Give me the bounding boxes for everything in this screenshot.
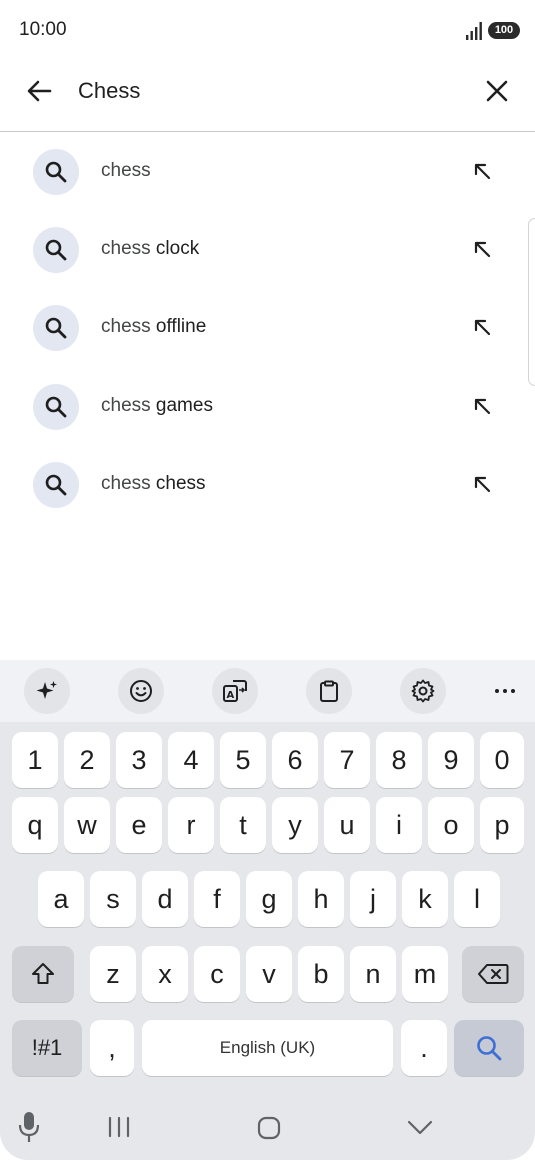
key-c[interactable]: c <box>194 946 240 1002</box>
recents-icon[interactable] <box>106 1116 132 1138</box>
search-icon <box>33 461 79 508</box>
backspace-key[interactable] <box>462 946 524 1002</box>
key-0[interactable]: 0 <box>480 732 524 788</box>
backspace-icon <box>478 964 509 984</box>
key-j[interactable]: j <box>350 871 396 927</box>
key-7[interactable]: 7 <box>324 732 370 788</box>
key-x[interactable]: x <box>142 946 188 1002</box>
suggestion-item[interactable]: chess offline <box>0 288 535 366</box>
suggestion-label: chess games <box>101 394 213 416</box>
key-d[interactable]: d <box>142 871 188 927</box>
key-n[interactable]: n <box>350 946 396 1002</box>
scroll-indicator[interactable] <box>528 218 535 386</box>
key-q[interactable]: q <box>12 797 58 853</box>
more-icon[interactable] <box>482 668 528 714</box>
period-key[interactable]: . <box>401 1020 447 1076</box>
key-s[interactable]: s <box>90 871 136 927</box>
signal-bars-icon <box>466 22 482 40</box>
close-icon[interactable] <box>480 74 514 108</box>
search-icon <box>33 383 79 430</box>
search-icon <box>477 1036 502 1061</box>
key-w[interactable]: w <box>64 797 110 853</box>
key-b[interactable]: b <box>298 946 344 1002</box>
suggestion-item[interactable]: chess games <box>0 367 535 445</box>
key-h[interactable]: h <box>298 871 344 927</box>
fill-query-arrow-icon[interactable] <box>470 315 494 339</box>
keyboard: A 1 2 3 4 5 6 7 8 9 0 q w e r t y u i o … <box>0 660 535 1160</box>
key-2[interactable]: 2 <box>64 732 110 788</box>
key-t[interactable]: t <box>220 797 266 853</box>
keyboard-toolbar: A <box>0 660 535 722</box>
key-p[interactable]: p <box>480 797 524 853</box>
symbols-key[interactable]: !#1 <box>12 1020 82 1076</box>
search-icon <box>33 305 79 352</box>
suggestion-item[interactable]: chess clock <box>0 210 535 288</box>
translate-icon[interactable]: A <box>212 668 258 714</box>
battery-icon: 100 <box>488 22 520 39</box>
key-9[interactable]: 9 <box>428 732 474 788</box>
fill-query-arrow-icon[interactable] <box>470 159 494 183</box>
suggestion-label: chess clock <box>101 238 200 260</box>
space-key[interactable]: English (UK) <box>142 1020 393 1076</box>
emoji-icon[interactable] <box>118 668 164 714</box>
search-icon <box>33 227 79 274</box>
key-8[interactable]: 8 <box>376 732 422 788</box>
shift-icon <box>32 963 54 984</box>
key-6[interactable]: 6 <box>272 732 318 788</box>
hide-keyboard-icon[interactable] <box>406 1118 434 1136</box>
key-k[interactable]: k <box>402 871 448 927</box>
key-5[interactable]: 5 <box>220 732 266 788</box>
key-3[interactable]: 3 <box>116 732 162 788</box>
shift-key[interactable] <box>12 946 74 1002</box>
key-z[interactable]: z <box>90 946 136 1002</box>
arrow-left-icon[interactable] <box>22 74 56 108</box>
clipboard-icon[interactable] <box>306 668 352 714</box>
status-bar: 10:00 100 <box>0 0 535 60</box>
key-f[interactable]: f <box>194 871 240 927</box>
suggestion-item[interactable]: chess chess <box>0 445 535 523</box>
key-o[interactable]: o <box>428 797 474 853</box>
suggestion-label: chess offline <box>101 316 207 338</box>
status-time: 10:00 <box>19 19 67 40</box>
microphone-icon[interactable] <box>17 1110 41 1144</box>
settings-icon[interactable] <box>400 668 446 714</box>
key-v[interactable]: v <box>246 946 292 1002</box>
svg-text:A: A <box>227 690 235 701</box>
key-i[interactable]: i <box>376 797 422 853</box>
key-e[interactable]: e <box>116 797 162 853</box>
suggestion-label: chess chess <box>101 472 206 494</box>
fill-query-arrow-icon[interactable] <box>470 472 494 496</box>
home-icon[interactable] <box>256 1116 282 1140</box>
key-r[interactable]: r <box>168 797 214 853</box>
key-y[interactable]: y <box>272 797 318 853</box>
fill-query-arrow-icon[interactable] <box>470 394 494 418</box>
key-4[interactable]: 4 <box>168 732 214 788</box>
fill-query-arrow-icon[interactable] <box>470 237 494 261</box>
key-u[interactable]: u <box>324 797 370 853</box>
key-1[interactable]: 1 <box>12 732 58 788</box>
key-g[interactable]: g <box>246 871 292 927</box>
suggestion-label: chess <box>101 160 151 181</box>
search-input[interactable]: Chess <box>78 78 140 104</box>
search-header: Chess <box>0 60 535 132</box>
key-m[interactable]: m <box>402 946 448 1002</box>
search-key[interactable] <box>454 1020 524 1076</box>
key-l[interactable]: l <box>454 871 500 927</box>
suggestion-list: chess chess clock chess offline chess ga… <box>0 132 535 523</box>
comma-key[interactable]: , <box>90 1020 134 1076</box>
search-screen: 10:00 100 Chess chess chess clock chess … <box>0 0 535 1160</box>
nav-bar <box>0 1092 535 1160</box>
search-icon <box>33 149 79 195</box>
sparkle-icon[interactable] <box>24 668 70 714</box>
suggestion-item[interactable]: chess <box>0 132 535 210</box>
key-a[interactable]: a <box>38 871 84 927</box>
